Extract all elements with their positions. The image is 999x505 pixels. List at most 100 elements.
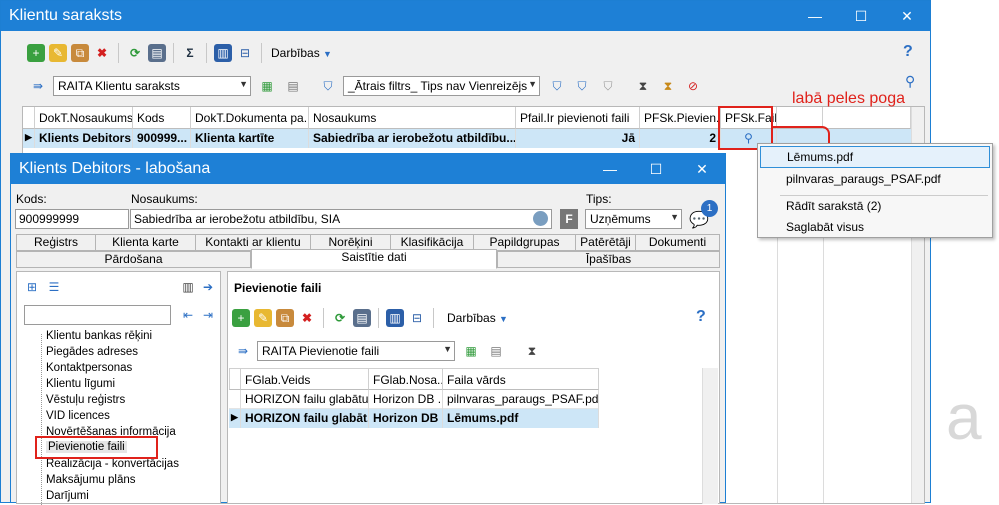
tree-item-deals[interactable]: Darījumi [46,490,89,502]
print-icon[interactable]: ▤ [148,44,166,62]
row-indicator: ▶ [229,409,241,428]
globe-icon[interactable] [533,211,548,226]
filter-icon[interactable]: ⛉ [319,77,337,95]
report-list-icon[interactable]: ▤ [487,342,505,360]
tab-saistitie-dati[interactable]: Saistītie dati [251,249,497,269]
tree-item-bank-accounts[interactable]: Klientu bankas rēķini [46,330,152,342]
refresh-icon[interactable]: ⟳ [331,309,349,327]
tree-icon[interactable]: ⊟ [408,309,426,327]
tree-expand-icon[interactable]: ⊞ [23,278,41,296]
menu-item-file-pilnvaras[interactable]: pilnvaras_paraugs_PSAF.pdf [760,169,990,191]
grid-header[interactable]: PFSk.Pievien... [640,107,721,129]
files-report-combo[interactable]: RAITA Pievienotie faili ▼ [257,341,455,361]
sort-icon[interactable]: ⧗ [523,342,541,360]
tab-dokumenti[interactable]: Dokumenti [635,234,720,251]
edit-icon[interactable]: ✎ [254,309,272,327]
minimize-button[interactable]: — [587,154,633,184]
tree-item-contacts[interactable]: Kontaktpersonas [46,362,132,374]
copy-icon[interactable]: ⧉ [71,44,89,62]
add-icon[interactable]: + [27,44,45,62]
report-list-icon[interactable]: ▤ [284,77,302,95]
maximize-button[interactable]: ☐ [838,1,884,31]
table-row[interactable]: HORIZON failu glabātuve Horizon DB ... p… [229,390,599,409]
report-add-icon[interactable]: ▦ [258,77,276,95]
menu-item-save-all[interactable]: Saglabāt visus [760,217,990,239]
delete-icon[interactable]: ✖ [93,44,111,62]
refresh-icon[interactable]: ⟳ [126,44,144,62]
tab-registrs[interactable]: Reģistrs [16,234,96,251]
tree-item-vid-licences[interactable]: VID licences [46,410,110,422]
context-menu: Lēmums.pdf pilnvaras_paraugs_PSAF.pdf Rā… [757,143,993,238]
hourglass-icon[interactable]: ⧗ [659,77,677,95]
tree-item-contracts[interactable]: Klientu līgumi [46,378,115,390]
grid-header-empty [823,107,911,129]
maximize-button[interactable]: ☐ [633,154,679,184]
delete-icon[interactable]: ✖ [298,309,316,327]
tab-pateretaji[interactable]: Patērētāji [575,234,636,251]
help-icon[interactable]: ? [903,43,913,61]
collapse-icon[interactable]: ⇤ [179,306,197,324]
attach-icon[interactable]: ⚲ [905,73,915,90]
actions-menu[interactable]: Darbības ▼ [447,311,508,325]
filter-edit-icon[interactable]: ⛉ [573,77,591,95]
grid-header[interactable]: DokT.Dokumenta pa... [191,107,309,129]
edit-window-title: Klients Debitors - labošana [19,160,211,177]
tree-item-realization[interactable]: Realizācija - konvertācijas [46,458,179,470]
tab-pardosana[interactable]: Pārdošana [16,251,251,268]
type-combo[interactable]: Uzņēmums ▼ [585,209,682,229]
filter-combo-value: _Ātrais filtrs_ Tips nav Vienreizējs [348,79,528,93]
table-row[interactable]: ▶ HORIZON failu glabāt... Horizon DB ...… [229,409,599,428]
report-select-icon[interactable]: ⇛ [234,342,252,360]
tree-list-icon[interactable]: ☰ [45,278,63,296]
files-report-combo-value: RAITA Pievienotie faili [262,344,380,358]
columns-icon[interactable]: ▥ [214,44,232,62]
actions-menu[interactable]: Darbības ▼ [271,46,332,60]
code-field[interactable]: 900999999 [15,209,129,229]
grid-header[interactable]: Pfail.Ir pievienoti faili [516,107,640,129]
tree-icon[interactable]: ⊟ [236,44,254,62]
stop-icon[interactable]: ⊘ [684,77,702,95]
tree-item-payment-plan[interactable]: Maksājumu plāns [46,474,135,486]
add-icon[interactable]: + [232,309,250,327]
menu-item-show-list[interactable]: Rādīt sarakstā (2) [760,196,990,218]
copy-icon[interactable]: ⧉ [276,309,294,327]
menu-item-file-lemums[interactable]: Lēmums.pdf [760,146,990,168]
tab-klienta-karte[interactable]: Klienta karte [95,234,196,251]
tab-ipasibas[interactable]: Īpašības [497,251,720,268]
columns-icon[interactable]: ▥ [179,278,197,296]
tree-search-input[interactable] [24,305,171,325]
columns-icon[interactable]: ▥ [386,309,404,327]
report-add-icon[interactable]: ▦ [462,342,480,360]
expand-icon[interactable]: ⇥ [199,306,217,324]
grid-header-rowsel [23,107,35,129]
filter-add-icon[interactable]: ⛉ [548,77,566,95]
report-combo[interactable]: RAITA Klientu saraksts ▼ [53,76,251,96]
cell-file-count: 2 [640,129,721,148]
edit-icon[interactable]: ✎ [49,44,67,62]
minimize-button[interactable]: — [792,1,838,31]
close-button[interactable]: ✕ [884,1,930,31]
grid-header[interactable]: FGlab.Veids [241,368,369,390]
grid-header[interactable]: Faila vārds [443,368,599,390]
sort-icon[interactable]: ⧗ [634,77,652,95]
name-field[interactable]: Sabiedrība ar ierobežotu atbildību, SIA [130,209,552,229]
sum-icon[interactable]: Σ [181,44,199,62]
close-button[interactable]: ✕ [679,154,725,184]
tree-item-delivery[interactable]: Piegādes adreses [46,346,138,358]
report-select-icon[interactable]: ⇛ [29,77,47,95]
grid-header[interactable]: FGlab.Nosa... [369,368,443,390]
grid-header-rowsel [229,368,241,390]
help-icon[interactable]: ? [696,308,706,326]
arrow-right-icon[interactable]: ➔ [199,278,217,296]
f-button[interactable]: F [560,209,578,229]
cell-storage-type: HORIZON failu glabāt... [241,409,369,428]
grid-header[interactable]: DokT.Nosaukums [35,107,133,129]
files-grid-vscroll[interactable] [702,368,718,504]
print-icon[interactable]: ▤ [353,309,371,327]
filter-clear-icon[interactable]: ⛉ [599,77,617,95]
filter-combo[interactable]: _Ātrais filtrs_ Tips nav Vienreizējs ▼ [343,76,540,96]
cell-code: 900999... [133,129,191,148]
grid-header[interactable]: Kods [133,107,191,129]
grid-header[interactable]: Nosaukums [309,107,516,129]
tree-item-letters[interactable]: Vēstuļu reģistrs [46,394,125,406]
